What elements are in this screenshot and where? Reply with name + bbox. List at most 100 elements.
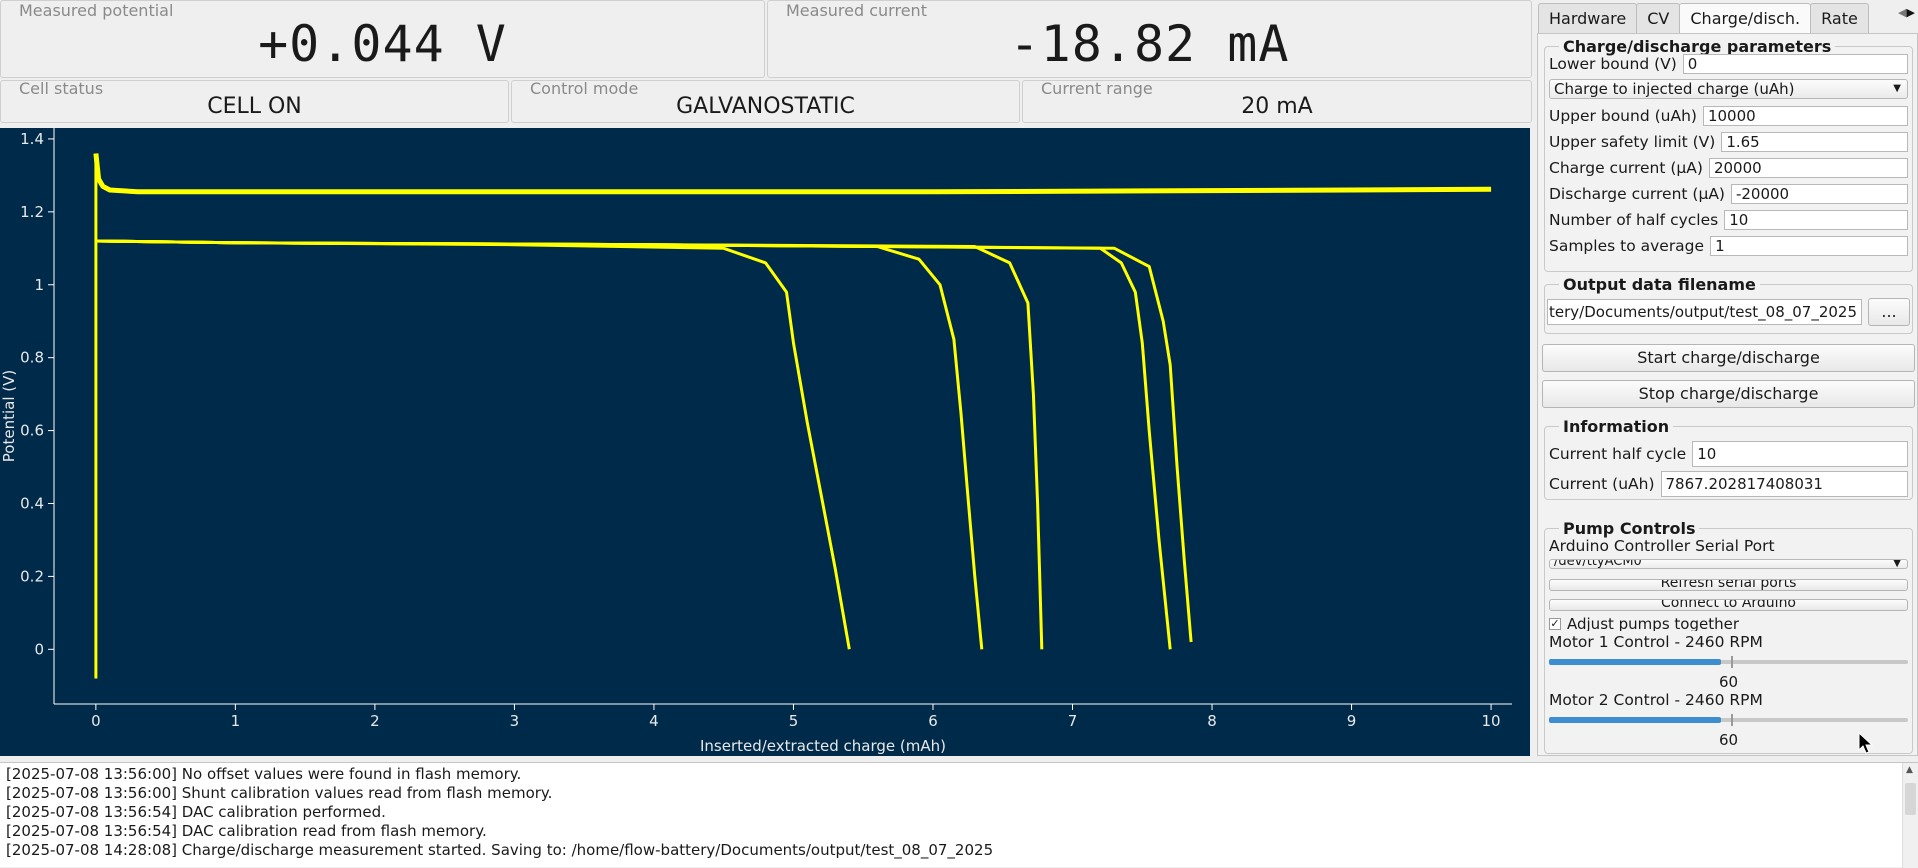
current-uah-row: Current (uAh) 7867.202817408031 (1549, 471, 1908, 497)
mode-select-value: Charge to injected charge (uAh) (1554, 80, 1795, 98)
upper-safety-label: Upper safety limit (V) (1549, 133, 1716, 151)
current-uah-label: Current (uAh) (1549, 475, 1655, 493)
charge-current-input[interactable]: 20000 (1708, 158, 1908, 178)
stop-button[interactable]: Stop charge/discharge (1542, 380, 1915, 408)
charge-current-label: Charge current (μA) (1549, 159, 1703, 177)
upper-safety-row: Upper safety limit (V) 1.65 (1549, 131, 1908, 153)
cell-status-panel: Cell status CELL ON (0, 79, 509, 123)
output-filename-input[interactable]: tery/Documents/output/test_08_07_2025 (1547, 299, 1862, 325)
charge-discharge-pane: Charge/discharge parameters Lower bound … (1537, 33, 1918, 756)
log-scrollbar-thumb[interactable] (1905, 783, 1916, 815)
x-tick-label: 4 (649, 712, 659, 730)
pump-group: Pump Controls Arduino Controller Serial … (1544, 519, 1913, 754)
x-tick-label: 9 (1347, 712, 1357, 730)
potential-charge-plot[interactable]: 0 1 2 3 4 5 6 7 8 9 10 0 0.2 0.4 0.6 0.8 1 1.2 1.4 Inserted… (0, 128, 1530, 756)
connect-arduino-button[interactable]: Connect to Arduino (1549, 599, 1908, 611)
log-line: [2025-07-08 13:56:00] No offset values w… (6, 765, 522, 783)
control-panel: Hardware CV Charge/disch. Rate ◀▶ Charge… (1537, 0, 1918, 756)
log-scrollbar[interactable]: ▲ (1902, 763, 1918, 868)
information-title: Information (1559, 417, 1674, 436)
motor1-label: Motor 1 Control - 2460 RPM (1549, 633, 1763, 651)
x-tick-label: 3 (510, 712, 520, 730)
samples-input[interactable]: 1 (1710, 236, 1908, 256)
tab-bar: Hardware CV Charge/disch. Rate (1538, 3, 1869, 33)
data-series-line (95, 239, 984, 650)
discharge-current-label: Discharge current (μA) (1549, 185, 1725, 203)
log-console[interactable]: [2025-07-08 13:56:00] No offset values w… (0, 762, 1918, 868)
y-tick-label: 0.4 (20, 494, 44, 512)
tab-hardware[interactable]: Hardware (1538, 3, 1638, 33)
discharge-current-row: Discharge current (μA) -20000 (1549, 183, 1908, 205)
upper-bound-input[interactable]: 10000 (1702, 106, 1908, 126)
motor2-slider[interactable] (1549, 713, 1908, 727)
motor2-slider-handle[interactable] (1730, 714, 1733, 726)
serial-port-select[interactable]: /dev/ttyACM0 ▼ (1549, 559, 1908, 569)
current-range-value: 20 mA (1241, 94, 1313, 119)
motor1-slider[interactable] (1549, 655, 1908, 669)
samples-label: Samples to average (1549, 237, 1705, 255)
lower-bound-label: Lower bound (V) (1549, 55, 1677, 73)
half-cycle-label: Current half cycle (1549, 445, 1687, 463)
control-mode-panel: Control mode GALVANOSTATIC (511, 79, 1020, 123)
half-cycles-row: Number of half cycles 10 (1549, 209, 1908, 231)
lower-bound-row: Lower bound (V) 0 (1549, 53, 1908, 75)
y-tick-label: 1.4 (20, 130, 44, 148)
adjust-together-label: Adjust pumps together (1567, 617, 1739, 631)
motor2-label: Motor 2 Control - 2460 RPM (1549, 691, 1763, 709)
y-tick-label: 0.6 (20, 422, 44, 440)
x-tick-label: 1 (231, 712, 241, 730)
motor1-slider-handle[interactable] (1730, 656, 1733, 668)
upper-safety-input[interactable]: 1.65 (1721, 132, 1908, 152)
scroll-up-icon[interactable]: ▲ (1906, 765, 1913, 775)
half-cycles-label: Number of half cycles (1549, 211, 1719, 229)
discharge-current-input[interactable]: -20000 (1730, 184, 1908, 204)
start-button[interactable]: Start charge/discharge (1542, 344, 1915, 372)
y-axis-label: Potential (V) (0, 370, 18, 462)
checkbox-checked-icon: ✓ (1549, 617, 1561, 630)
tab-charge-discharge[interactable]: Charge/disch. (1679, 3, 1812, 33)
upper-bound-label: Upper bound (uAh) (1549, 107, 1697, 125)
data-series-line (95, 239, 1172, 650)
current-range-panel: Current range 20 mA (1022, 79, 1532, 123)
browse-button[interactable]: ... (1868, 298, 1910, 326)
current-value: -18.82 mA (1009, 15, 1290, 73)
x-tick-label: 0 (91, 712, 101, 730)
upper-bound-row: Upper bound (uAh) 10000 (1549, 105, 1908, 127)
x-tick-label: 10 (1482, 712, 1501, 730)
pump-title: Pump Controls (1559, 519, 1700, 538)
mouse-cursor-icon (1858, 732, 1874, 754)
log-line: [2025-07-08 13:56:54] DAC calibration pe… (6, 803, 386, 821)
x-tick-label: 5 (789, 712, 799, 730)
y-tick-label: 1.2 (20, 203, 44, 221)
tab-cv[interactable]: CV (1636, 3, 1681, 33)
serial-port-label: Arduino Controller Serial Port (1549, 537, 1775, 555)
y-tick-label: 1 (34, 276, 44, 294)
log-line: [2025-07-08 13:56:00] Shunt calibration … (6, 784, 553, 802)
half-cycle-value: 10 (1692, 441, 1908, 467)
motor1-slider-fill (1549, 659, 1721, 665)
samples-row: Samples to average 1 (1549, 235, 1908, 257)
lower-bound-input[interactable]: 0 (1682, 54, 1908, 74)
data-series-line (93, 153, 1492, 195)
y-tick-label: 0 (34, 640, 44, 658)
x-tick-label: 7 (1068, 712, 1078, 730)
x-tick-label: 8 (1207, 712, 1217, 730)
chevron-down-icon: ▼ (1893, 559, 1901, 569)
data-series-line (95, 239, 851, 650)
log-line: [2025-07-08 13:56:54] DAC calibration re… (6, 822, 487, 840)
potential-value: +0.044 V (258, 15, 507, 73)
refresh-ports-button[interactable]: Refresh serial ports (1549, 579, 1908, 591)
half-cycles-input[interactable]: 10 (1724, 210, 1908, 230)
y-tick-label: 0.2 (20, 567, 44, 585)
tab-rate[interactable]: Rate (1810, 3, 1869, 33)
output-group: Output data filename tery/Documents/outp… (1544, 275, 1913, 334)
adjust-together-checkbox[interactable]: ✓ Adjust pumps together (1549, 617, 1739, 631)
tab-scroll-right-icon[interactable]: ▶ (1906, 6, 1914, 19)
half-cycle-row: Current half cycle 10 (1549, 441, 1908, 467)
motor2-slider-fill (1549, 717, 1721, 723)
current-panel: Measured current -18.82 mA (767, 0, 1532, 78)
log-line: [2025-07-08 14:28:08] Charge/discharge m… (6, 841, 994, 859)
tab-scroll-arrows[interactable]: ◀▶ (1898, 6, 1918, 30)
information-group: Information Current half cycle 10 Curren… (1544, 417, 1913, 500)
mode-select[interactable]: Charge to injected charge (uAh) ▼ (1549, 79, 1908, 99)
